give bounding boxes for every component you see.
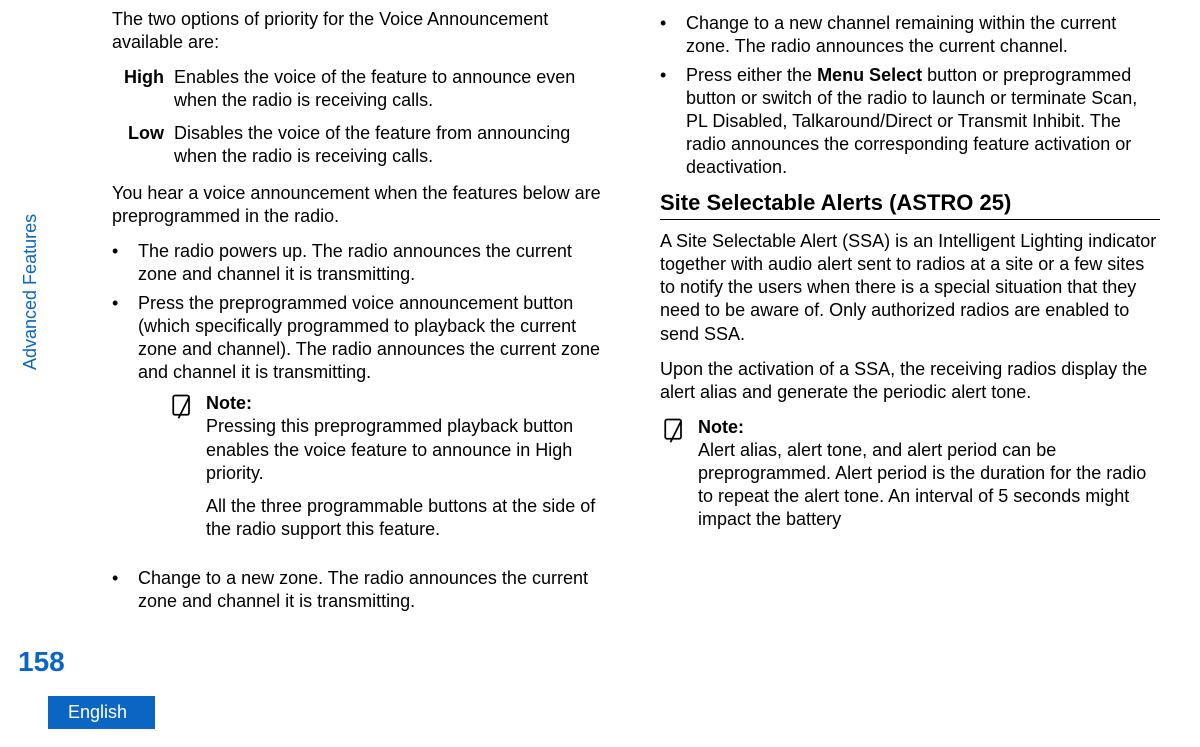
page-body: The two options of priority for the Voic… [0,0,1200,621]
note-paragraph: Alert alias, alert tone, and alert perio… [698,439,1160,531]
note-block: Note: Pressing this preprogrammed playba… [168,392,612,550]
desc-high: Enables the voice of the feature to anno… [174,66,612,112]
bullet-list: Change to a new channel remaining within… [660,12,1160,179]
paragraph: A Site Selectable Alert (SSA) is an Inte… [660,230,1160,345]
paragraph: Upon the activation of a SSA, the receiv… [660,358,1160,404]
list-item: The radio powers up. The radio announces… [112,240,612,286]
list-item-text: Change to a new channel remaining within… [686,12,1160,58]
vertical-section-label: Advanced Features [20,214,41,370]
note-title: Note: [206,392,612,415]
note-paragraph: All the three programmable buttons at th… [206,495,612,541]
page-number: 158 [18,646,65,678]
bold-text: Menu Select [817,65,922,85]
list-item-text: Press the preprogrammed voice announceme… [138,292,612,384]
note-title: Note: [698,416,1160,439]
priority-definition-list: High Enables the voice of the feature to… [112,66,612,168]
definition-row: Low Disables the voice of the feature fr… [112,122,612,168]
term-low: Low [112,122,164,168]
note-icon [168,392,196,420]
desc-low: Disables the voice of the feature from a… [174,122,612,168]
note-paragraph: Pressing this preprogrammed playback but… [206,415,612,484]
note-body: Note: Alert alias, alert tone, and alert… [698,416,1160,541]
paragraph: You hear a voice announcement when the f… [112,182,612,228]
list-item: Change to a new zone. The radio announce… [112,567,612,613]
note-block: Note: Alert alias, alert tone, and alert… [660,416,1160,541]
list-item: Press the preprogrammed voice announceme… [112,292,612,560]
language-tab: English [48,696,155,729]
section-heading: Site Selectable Alerts (ASTRO 25) [660,189,1160,217]
note-body: Note: Pressing this preprogrammed playba… [206,392,612,550]
note-icon [660,416,688,444]
bullet-list: The radio powers up. The radio announces… [112,240,612,612]
term-high: High [112,66,164,112]
list-item-text: The radio powers up. The radio announces… [138,240,612,286]
list-item-text: Press either the Menu Select button or p… [686,64,1160,179]
definition-row: High Enables the voice of the feature to… [112,66,612,112]
list-item-text: Change to a new zone. The radio announce… [138,567,612,613]
intro-text: The two options of priority for the Voic… [112,8,612,54]
column-right: Change to a new channel remaining within… [660,8,1160,621]
list-item: Change to a new channel remaining within… [660,12,1160,58]
heading-underline [660,219,1160,220]
column-left: The two options of priority for the Voic… [112,8,612,621]
list-item: Press either the Menu Select button or p… [660,64,1160,179]
text-run: Press either the [686,65,817,85]
